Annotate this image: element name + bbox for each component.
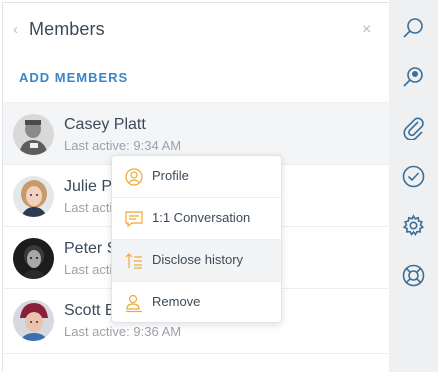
right-sidebar <box>389 0 438 372</box>
menu-item-remove[interactable]: Remove <box>112 282 281 322</box>
menu-item-disclose-history[interactable]: Disclose history <box>112 240 281 282</box>
menu-item-label: Remove <box>152 294 201 309</box>
add-members-button[interactable]: ADD MEMBERS <box>19 70 128 85</box>
user-circle-icon <box>124 167 144 187</box>
avatar <box>13 300 54 341</box>
chevron-left-icon[interactable]: ‹ <box>13 21 23 39</box>
chat-bubble-icon <box>124 209 144 229</box>
member-context-menu: Profile 1:1 Conversation Disclose histor… <box>111 155 282 323</box>
pin-search-icon[interactable] <box>401 65 426 90</box>
member-name: Peter S <box>64 240 118 257</box>
lifebuoy-icon[interactable] <box>401 263 426 288</box>
disclose-history-icon <box>124 251 144 271</box>
member-last-active: Last active: 9:34 AM <box>64 138 182 153</box>
page-title: Members <box>29 19 105 39</box>
member-name: Scott B <box>64 302 116 319</box>
member-last-active: Last active: 9:36 AM <box>64 324 182 339</box>
member-name: Casey Platt <box>64 116 146 133</box>
member-name: Julie Pf <box>64 178 117 195</box>
gear-icon[interactable] <box>401 213 426 238</box>
menu-item-label: Disclose history <box>152 252 244 267</box>
paperclip-icon[interactable] <box>401 115 426 141</box>
menu-item-label: Profile <box>152 168 189 183</box>
panel-header: ‹ Members × <box>3 3 389 58</box>
avatar <box>13 238 54 279</box>
remove-user-icon <box>124 293 144 313</box>
avatar <box>13 176 54 217</box>
search-icon[interactable] <box>401 16 426 41</box>
list-footer <box>3 353 389 372</box>
menu-item-profile[interactable]: Profile <box>112 156 281 198</box>
menu-item-conversation[interactable]: 1:1 Conversation <box>112 198 281 240</box>
avatar <box>13 114 54 155</box>
menu-item-label: 1:1 Conversation <box>152 210 251 225</box>
checkmark-icon[interactable] <box>401 164 426 189</box>
close-icon[interactable]: × <box>362 21 376 39</box>
